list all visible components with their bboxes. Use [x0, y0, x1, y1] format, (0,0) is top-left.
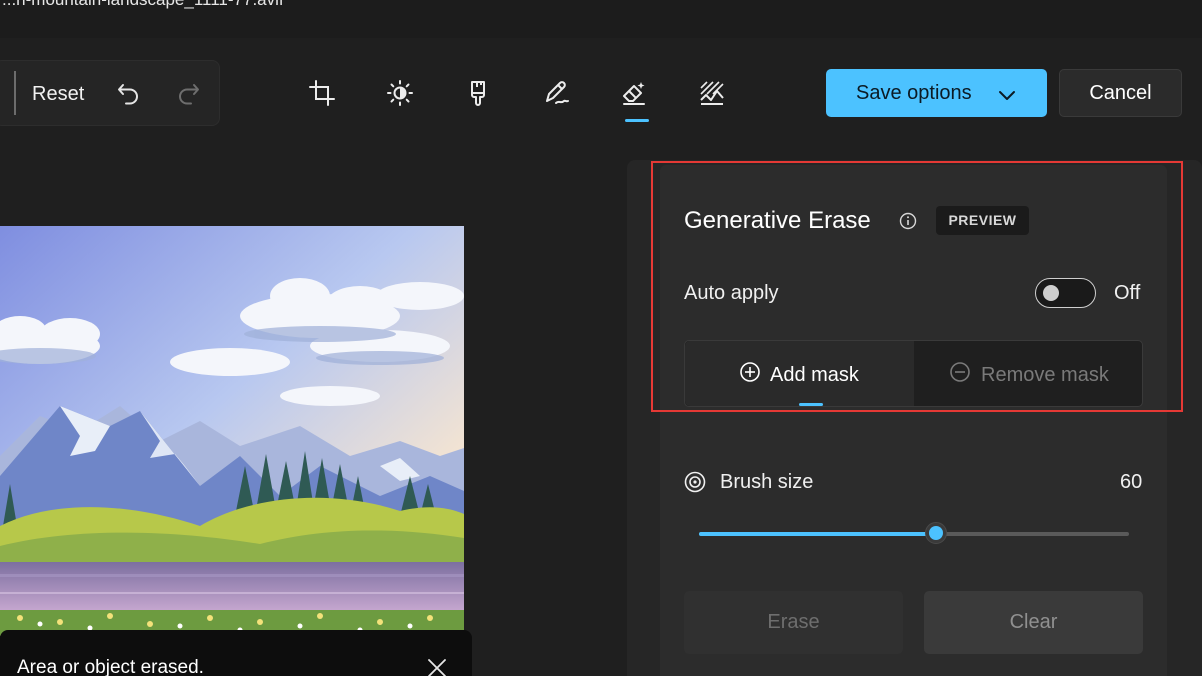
- erase-button[interactable]: Erase: [684, 591, 903, 654]
- brush-size-slider-thumb[interactable]: [924, 522, 947, 544]
- toolbar-divider: [14, 71, 16, 115]
- highlight-box: [651, 161, 1183, 412]
- close-icon[interactable]: [426, 657, 448, 676]
- adjust-brightness-icon[interactable]: [385, 78, 415, 108]
- background-icon[interactable]: [697, 78, 727, 108]
- chevron-down-icon: [998, 85, 1016, 108]
- toast-message: Area or object erased.: [17, 657, 204, 676]
- brush-size-value: 60: [1120, 471, 1143, 493]
- brush-size-icon: [684, 471, 706, 493]
- crop-icon[interactable]: [307, 78, 337, 108]
- active-tool-indicator: [625, 119, 649, 122]
- title-bar: ...n-mountain-landscape_1111-77.avif: [0, 0, 1202, 38]
- close-window-icon[interactable]: [1166, 0, 1184, 6]
- window-title: ...n-mountain-landscape_1111-77.avif: [2, 0, 284, 10]
- photo-canvas[interactable]: [0, 226, 464, 636]
- redo-icon[interactable]: [175, 81, 201, 107]
- history-toolbar: Reset: [0, 60, 220, 126]
- markup-pen-icon[interactable]: [541, 78, 571, 108]
- maximize-icon[interactable]: [1095, 0, 1113, 6]
- clear-button[interactable]: Clear: [924, 591, 1143, 654]
- erase-icon[interactable]: [619, 78, 649, 108]
- reset-button[interactable]: Reset: [28, 79, 88, 109]
- brush-size-label: Brush size: [720, 471, 814, 493]
- filter-brush-icon[interactable]: [463, 78, 493, 108]
- save-options-button[interactable]: Save options: [826, 69, 1047, 117]
- cancel-button[interactable]: Cancel: [1059, 69, 1182, 117]
- photos-editor-window: ...n-mountain-landscape_1111-77.avif Res…: [0, 0, 1202, 676]
- brush-size-slider-fill: [699, 532, 936, 536]
- undo-icon[interactable]: [116, 81, 142, 107]
- save-options-label: Save options: [856, 82, 972, 104]
- toast-notification: Area or object erased.: [0, 630, 472, 676]
